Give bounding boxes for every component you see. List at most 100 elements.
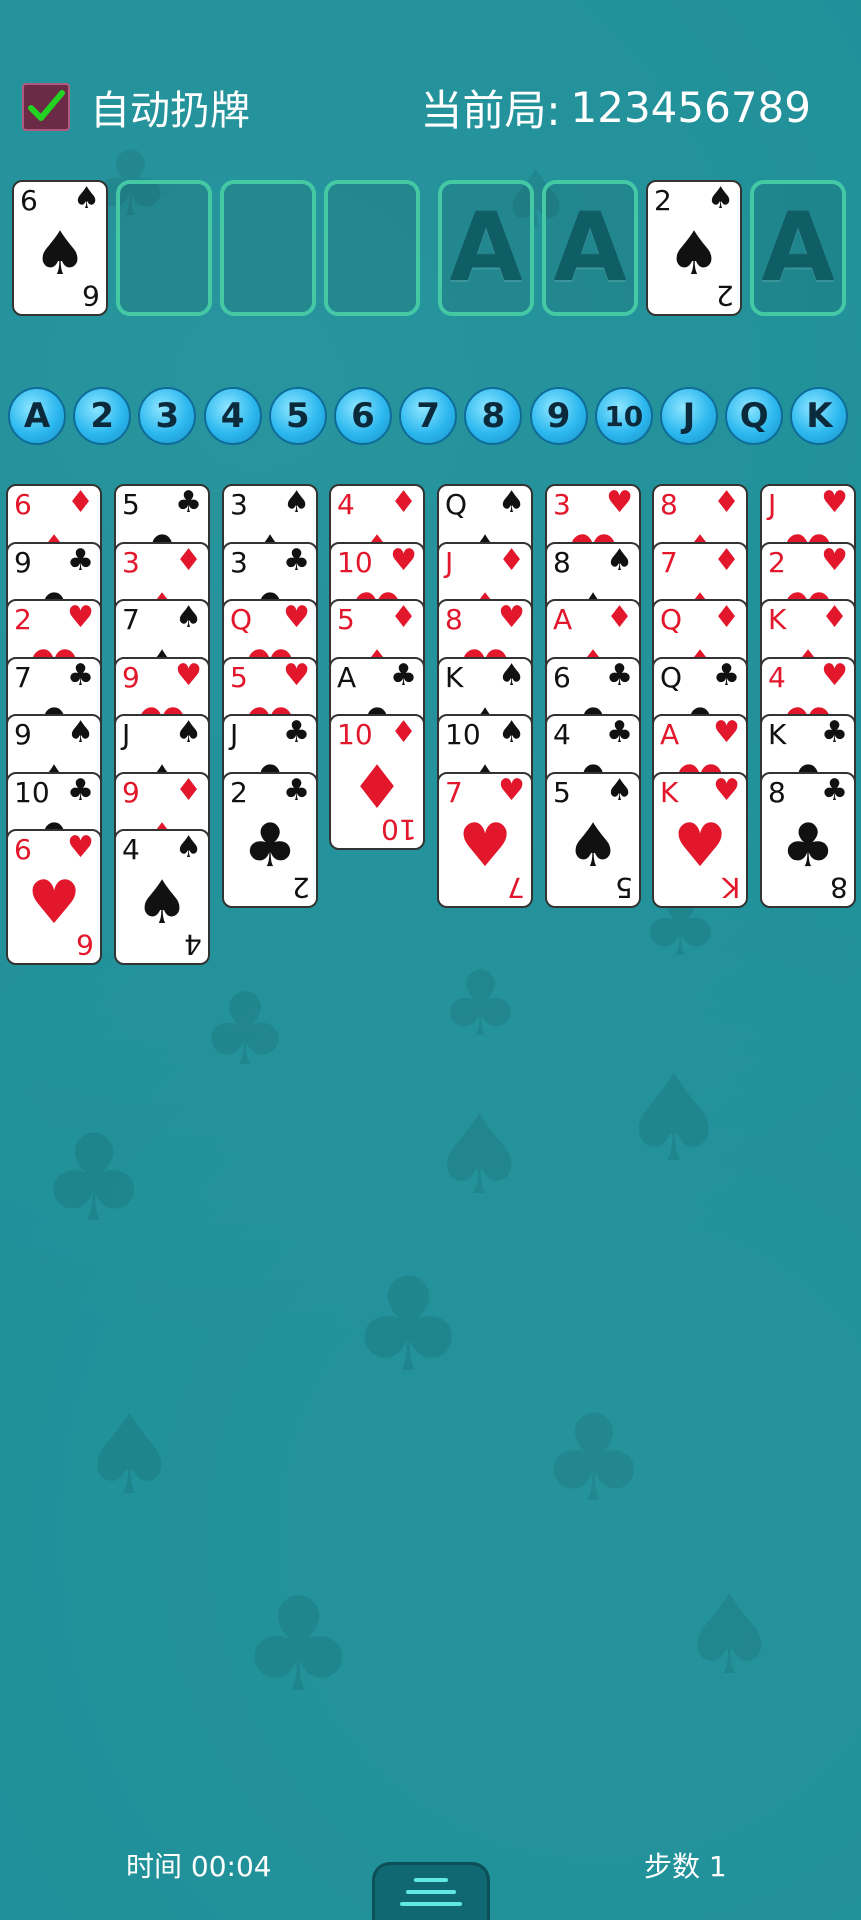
tableau-column-8[interactable]: J♥♥J2♥♥2K♦♦K4♥♥4K♣♣K8♣♣8 [760,484,856,964]
bg-club-icon: ♣ [540,1390,648,1529]
heart-icon: ♥ [283,657,310,693]
heart-icon: ♥ [27,868,81,938]
foundation-slot[interactable]: A [438,180,534,316]
rank-button-8[interactable]: 8 [464,387,523,445]
card-rank: 2 [230,775,248,809]
card-rank: A [660,718,680,751]
tableau-card[interactable]: 6 ♥ ♥ 6 [6,829,102,965]
spade-icon: ♠ [73,181,100,216]
game-board: ♣ ♣ ♠ ♠ ♣ ♠ ♣ ♣ ♠ ♣ ♣ ♣ ♠ 自动扔牌 当前局: 1234… [0,0,861,1920]
heart-icon: ♥ [821,485,848,520]
card-rank: 10 [337,718,373,751]
tableau-column-4[interactable]: 4♦♦410♥♥105♦♦5A♣♣A10♦♦10 [329,484,425,964]
card-rank: 3 [230,488,248,521]
rank-button-9[interactable]: 9 [529,387,588,445]
card-rank: 5 [122,488,140,521]
club-icon: ♣ [821,772,848,808]
tableau-card[interactable]: 7 ♥ ♥ 7 [437,771,533,908]
tableau-column-5[interactable]: Q♠♠QJ♦♦J8♥♥8K♠♠K10♠♠107♥♥7 [437,484,533,964]
bg-spade-icon: ♠ [80,1391,179,1519]
free-cell-card[interactable]: 6 ♠ ♠ 6 [12,180,108,316]
bg-club-icon: ♣ [40,1110,148,1249]
tableau-column-7[interactable]: 8♦♦87♦♦7Q♦♦QQ♣♣QA♥♥AK♥♥K [652,484,748,964]
auto-discard-checkbox[interactable] [22,83,70,131]
card-rank: 10 [445,718,481,751]
menu-button[interactable] [372,1862,490,1920]
foundation-slot[interactable]: A [750,180,846,316]
card-rank: K [445,660,464,694]
spade-icon: ♠ [566,810,620,881]
rank-button-6[interactable]: 6 [334,387,392,445]
card-rank: 8 [553,545,571,579]
card-rank: 4 [553,718,571,751]
card-rank: 9 [14,545,32,579]
heart-icon: ♥ [673,810,727,881]
tableau-card[interactable]: 8 ♣ ♣ 8 [760,771,856,908]
club-icon: ♣ [67,772,94,808]
diamond-icon: ♦ [175,542,202,578]
rank-button-10[interactable]: 10 [594,387,653,445]
free-cell-slot[interactable] [220,180,316,316]
free-cell-slot[interactable] [116,180,212,316]
tableau-card[interactable]: 5 ♠ ♠ 5 [545,771,641,908]
foundation-placeholder: A [761,193,835,303]
rank-button-q[interactable]: Q [725,387,784,445]
diamond-icon: ♦ [606,600,633,635]
tableau-column-3[interactable]: 3♠♠33♣♣3Q♥♥Q5♥♥5J♣♣J2♣♣2 [222,484,318,964]
spade-icon: ♠ [175,830,202,865]
card-rank: 5 [337,603,355,636]
tableau-card[interactable]: 10 ♦ ♦ 10 [329,714,425,850]
rank-button-j[interactable]: J [660,387,718,445]
card-rank: Q [230,603,253,636]
club-icon: ♣ [606,657,633,693]
club-icon: ♣ [606,715,633,750]
check-icon [28,90,65,121]
foundation-slot[interactable]: A [542,180,638,316]
card-rank-bottom: 4 [184,928,202,961]
rank-button-k[interactable]: K [790,387,849,445]
card-rank: 6 [14,488,32,521]
spade-icon: ♠ [606,542,633,578]
spade-icon: ♠ [498,657,525,693]
rank-button-4[interactable]: 4 [203,387,262,445]
card-rank: 3 [230,545,248,579]
club-icon: ♣ [390,657,417,693]
diamond-icon: ♦ [390,715,417,750]
tableau-column-6[interactable]: 3♥♥38♠♠8A♦♦A6♣♣64♣♣45♠♠5 [545,484,641,964]
rank-button-7[interactable]: 7 [399,387,458,445]
tableau-card[interactable]: K ♥ ♥ K [652,771,748,908]
tableau-card[interactable]: 4 ♠ ♠ 4 [114,829,210,965]
game-number-label: 当前局: [420,85,561,135]
rank-button-5[interactable]: 5 [268,387,327,445]
spade-icon: ♠ [498,485,525,520]
diamond-icon: ♦ [175,772,202,808]
bg-spade-icon: ♠ [620,1050,728,1189]
card-rank: K [660,775,679,809]
spade-icon: ♠ [606,772,633,808]
heart-icon: ♥ [821,657,848,693]
card-rank: 3 [122,545,140,579]
bg-club-icon: ♣ [350,1249,467,1401]
club-icon: ♣ [67,542,94,578]
diamond-icon: ♦ [350,753,404,823]
auto-discard-toggle[interactable]: 自动扔牌 [22,82,262,134]
card-rank: 7 [14,660,32,694]
tableau-card[interactable]: 2 ♣ ♣ 2 [222,771,318,908]
card-rank: 9 [122,775,140,809]
card-rank: 5 [230,660,248,694]
tableau-column-2[interactable]: 5♣♣53♦♦37♠♠79♥♥9J♠♠J9♦♦94♠♠4 [114,484,210,965]
rank-button-a[interactable]: A [8,387,66,445]
card-rank: K [768,718,787,751]
card-rank: 4 [768,660,786,694]
tableau-column-1[interactable]: 6♦♦69♣♣92♥♥27♣♣79♠♠910♣♣106♥♥6 [6,484,102,965]
card-rank: A [553,603,573,636]
club-icon: ♣ [67,657,94,693]
diamond-icon: ♦ [713,542,740,578]
heart-icon: ♥ [498,600,525,635]
rank-button-3[interactable]: 3 [138,387,197,445]
rank-button-2[interactable]: 2 [73,387,132,445]
foundation-card[interactable]: 2 ♠ ♠ 2 [646,180,742,316]
card-rank-bottom: 6 [76,928,94,961]
diamond-icon: ♦ [713,485,740,520]
free-cell-slot[interactable] [324,180,420,316]
